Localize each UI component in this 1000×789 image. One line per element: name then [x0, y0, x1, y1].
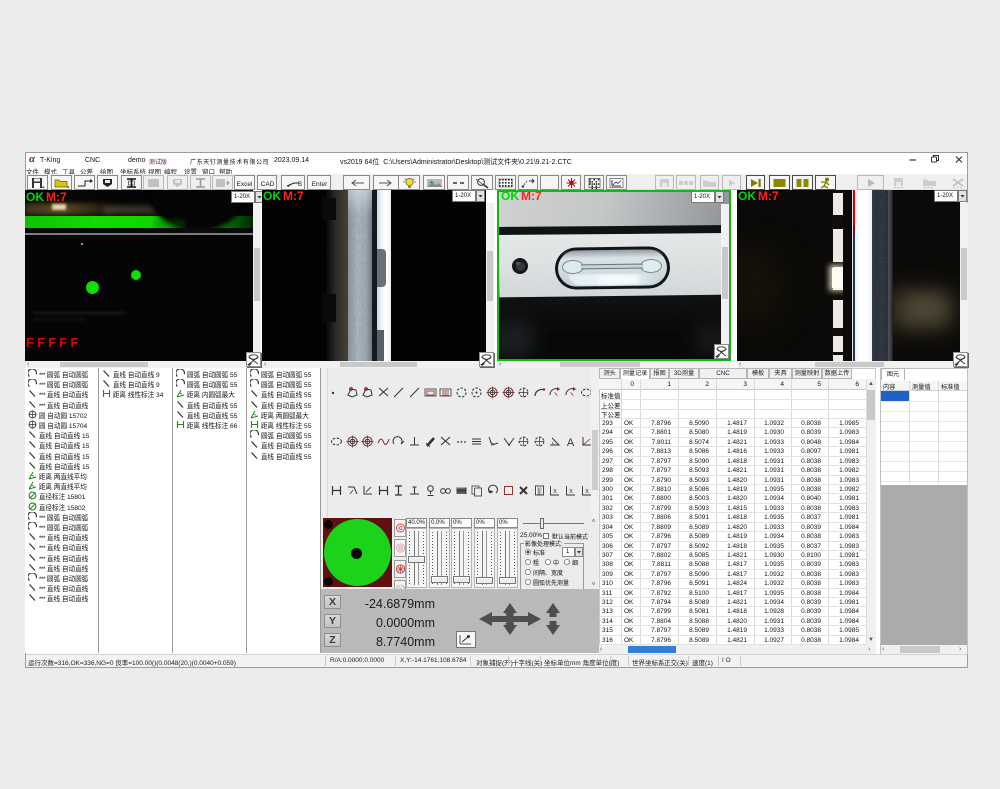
svg-text:x: x [569, 488, 573, 495]
svg-text:B: B [298, 182, 302, 188]
svg-text:A: A [567, 437, 575, 448]
svg-text:x: x [585, 488, 589, 495]
svg-text:Enter: Enter [311, 181, 327, 188]
svg-text:x: x [554, 488, 558, 495]
svg-text:Excel: Excel [237, 181, 253, 188]
svg-text:CAD: CAD [260, 181, 274, 188]
